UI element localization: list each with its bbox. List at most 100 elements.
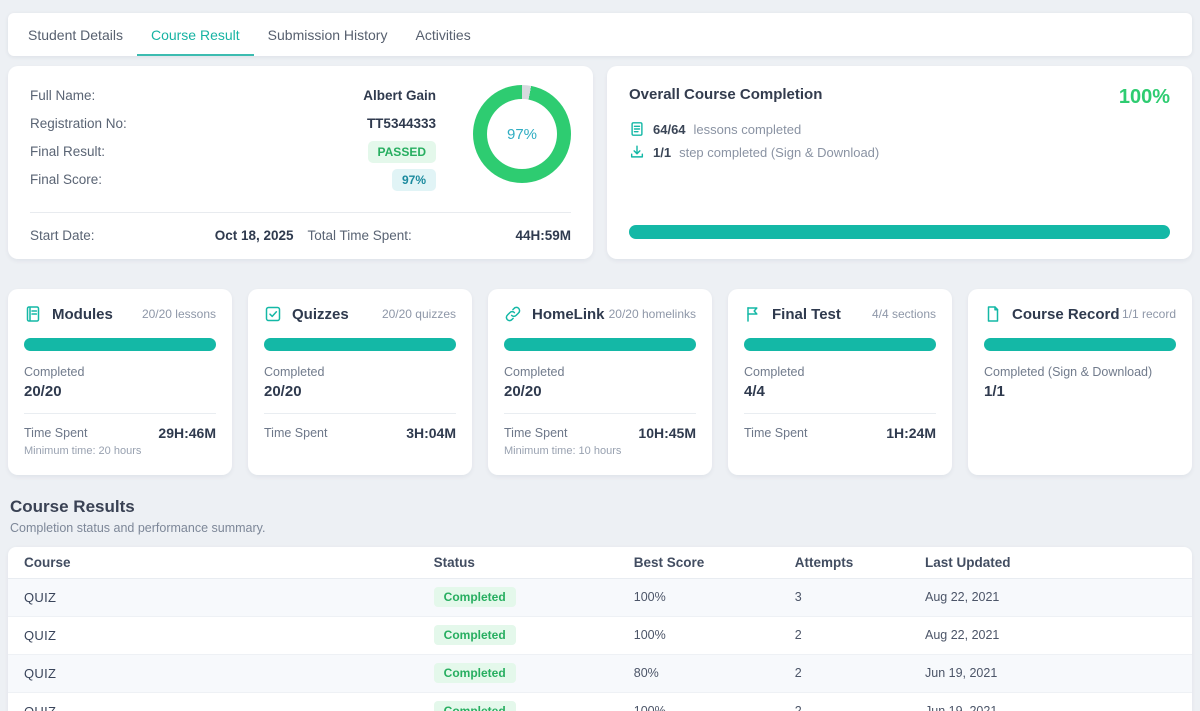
- card-title: HomeLink: [532, 306, 605, 323]
- final-result-row: Final Result: PASSED: [30, 141, 436, 162]
- status-badge: Completed: [434, 701, 516, 711]
- overall-completion-card: Overall Course Completion 100% 64/64 les…: [607, 66, 1192, 259]
- course-results-subtitle: Completion status and performance summar…: [10, 521, 1190, 535]
- divider: [504, 413, 696, 414]
- card-title: Course Record: [1012, 306, 1120, 323]
- lessons-completed-text: lessons completed: [694, 122, 802, 137]
- status-badge: Completed: [434, 625, 516, 645]
- time-spent-value: 3H:04M: [406, 425, 456, 441]
- overall-percent: 100%: [1119, 86, 1170, 109]
- column-status: Status: [418, 547, 618, 578]
- card-count: 20/20 lessons: [142, 307, 216, 321]
- attempts-cell: 2: [779, 692, 909, 711]
- link-icon: [504, 305, 522, 323]
- start-date-row: Start Date: Oct 18, 2025: [30, 228, 294, 243]
- homelink-card: HomeLink 20/20 homelinks Completed 20/20…: [488, 289, 712, 475]
- course-record-progress-bar: [984, 338, 1176, 351]
- best-score-cell: 100%: [618, 692, 779, 711]
- attempts-cell: 2: [779, 616, 909, 654]
- student-profile-card: Full Name: Albert Gain Registration No: …: [8, 66, 593, 259]
- attempts-cell: 3: [779, 578, 909, 616]
- book-icon: [24, 305, 42, 323]
- completed-value: 20/20: [24, 383, 216, 400]
- time-spent-label: Time Spent: [24, 426, 87, 440]
- completed-value: 20/20: [504, 383, 696, 400]
- summary-row: Full Name: Albert Gain Registration No: …: [8, 66, 1192, 259]
- flag-icon: [744, 305, 762, 323]
- overall-progress-bar: [629, 225, 1170, 239]
- tab-activities[interactable]: Activities: [401, 13, 484, 56]
- divider: [24, 413, 216, 414]
- course-cell: QUIZ: [8, 616, 418, 654]
- table-row[interactable]: QUIZ Completed 100% 2 Jun 19, 2021: [8, 692, 1192, 711]
- time-spent-label: Time Spent: [504, 426, 567, 440]
- total-time-label: Total Time Spent:: [308, 228, 412, 243]
- tab-student-details[interactable]: Student Details: [14, 13, 137, 56]
- quizzes-card: Quizzes 20/20 quizzes Completed 20/20 Ti…: [248, 289, 472, 475]
- download-icon: [629, 144, 645, 160]
- registration-row: Registration No: TT5344333: [30, 113, 436, 134]
- completed-label: Completed: [504, 365, 696, 379]
- final-score-badge: 97%: [392, 169, 436, 191]
- card-count: 1/1 record: [1122, 307, 1176, 321]
- table-row[interactable]: QUIZ Completed 80% 2 Jun 19, 2021: [8, 654, 1192, 692]
- course-cell: QUIZ: [8, 692, 418, 711]
- column-attempts: Attempts: [779, 547, 909, 578]
- category-cards-row: Modules 20/20 lessons Completed 20/20 Ti…: [8, 289, 1192, 475]
- tab-submission-history[interactable]: Submission History: [254, 13, 402, 56]
- table-header-row: Course Status Best Score Attempts Last U…: [8, 547, 1192, 578]
- card-title: Final Test: [772, 306, 841, 323]
- time-spent-value: 1H:24M: [886, 425, 936, 441]
- step-completed-item: 1/1 step completed (Sign & Download): [629, 144, 1170, 160]
- time-spent-value: 10H:45M: [638, 425, 696, 441]
- table-row[interactable]: QUIZ Completed 100% 2 Aug 22, 2021: [8, 616, 1192, 654]
- table-row[interactable]: QUIZ Completed 100% 3 Aug 22, 2021: [8, 578, 1192, 616]
- full-name-value: Albert Gain: [363, 88, 436, 103]
- start-date-label: Start Date:: [30, 228, 95, 243]
- best-score-cell: 100%: [618, 578, 779, 616]
- minimum-time-note: Minimum time: 20 hours: [24, 445, 216, 457]
- best-score-cell: 100%: [618, 616, 779, 654]
- final-score-label: Final Score:: [30, 172, 102, 187]
- final-test-card: Final Test 4/4 sections Completed 4/4 Ti…: [728, 289, 952, 475]
- last-updated-cell: Jun 19, 2021: [909, 692, 1192, 711]
- time-spent-value: 29H:46M: [158, 425, 216, 441]
- course-record-card: Course Record 1/1 record Completed (Sign…: [968, 289, 1192, 475]
- last-updated-cell: Aug 22, 2021: [909, 578, 1192, 616]
- final-test-progress-bar: [744, 338, 936, 351]
- registration-label: Registration No:: [30, 116, 127, 131]
- course-results-table: Course Status Best Score Attempts Last U…: [8, 547, 1192, 711]
- completed-label: Completed: [264, 365, 456, 379]
- last-updated-cell: Aug 22, 2021: [909, 616, 1192, 654]
- status-badge: Completed: [434, 587, 516, 607]
- status-badge: Completed: [434, 663, 516, 683]
- total-time-row: Total Time Spent: 44H:59M: [308, 228, 572, 243]
- divider: [30, 212, 571, 213]
- lessons-icon: [629, 121, 645, 137]
- modules-card: Modules 20/20 lessons Completed 20/20 Ti…: [8, 289, 232, 475]
- card-count: 20/20 homelinks: [609, 307, 696, 321]
- lessons-completed-value: 64/64: [653, 122, 686, 137]
- completed-label: Completed: [24, 365, 216, 379]
- student-info: Full Name: Albert Gain Registration No: …: [30, 85, 436, 208]
- tab-course-result[interactable]: Course Result: [137, 13, 254, 56]
- completed-value: 20/20: [264, 383, 456, 400]
- completed-label: Completed (Sign & Download): [984, 365, 1176, 379]
- card-title: Modules: [52, 306, 113, 323]
- completed-value: 1/1: [984, 383, 1176, 400]
- course-cell: QUIZ: [8, 578, 418, 616]
- attempts-cell: 2: [779, 654, 909, 692]
- start-date-value: Oct 18, 2025: [215, 228, 294, 243]
- best-score-cell: 80%: [618, 654, 779, 692]
- last-updated-cell: Jun 19, 2021: [909, 654, 1192, 692]
- column-best-score: Best Score: [618, 547, 779, 578]
- homelink-progress-bar: [504, 338, 696, 351]
- tab-bar: Student Details Course Result Submission…: [8, 13, 1192, 56]
- divider: [744, 413, 936, 414]
- divider: [264, 413, 456, 414]
- column-course: Course: [8, 547, 418, 578]
- completed-label: Completed: [744, 365, 936, 379]
- completed-value: 4/4: [744, 383, 936, 400]
- full-name-row: Full Name: Albert Gain: [30, 85, 436, 106]
- card-count: 4/4 sections: [872, 307, 936, 321]
